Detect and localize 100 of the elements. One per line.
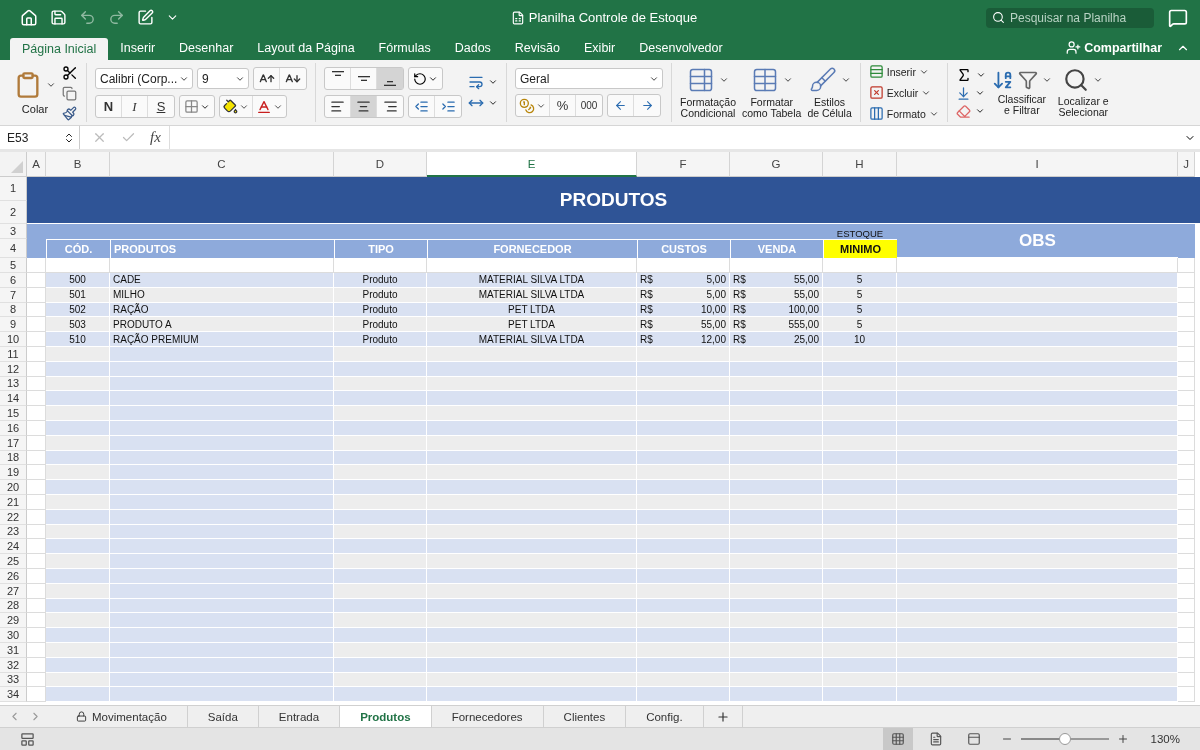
table-cell: RAÇÃO PREMIUM [110, 332, 334, 347]
arrow-left-icon [614, 99, 627, 112]
column-heading: MINIMO [823, 239, 897, 258]
currency-symbol: R$ [640, 289, 653, 301]
currency-symbol: R$ [733, 304, 746, 315]
format-painter-icon[interactable] [62, 105, 77, 121]
thousands-button[interactable]: 000 [576, 95, 602, 116]
currency-symbol: R$ [640, 274, 653, 286]
column-header[interactable]: J [1178, 152, 1195, 177]
amount: 55,00 [793, 289, 819, 301]
editing-button[interactable]: Localizar e Selecionar [1057, 67, 1109, 118]
column-header[interactable]: B [46, 152, 110, 177]
arrow-right-icon [640, 99, 654, 112]
table-cell: 503 [46, 317, 110, 333]
column-header[interactable]: F [637, 152, 730, 177]
table-cell: 500 [46, 273, 110, 288]
row-number: 2 [0, 200, 27, 224]
window-title: Planilha Controle de Estoque [528, 10, 698, 25]
cells-button[interactable]: Formato [868, 104, 939, 123]
table-cell: PET LTDA [427, 317, 637, 333]
row-number: 3 [0, 224, 27, 239]
wrap-text-button[interactable] [468, 74, 498, 90]
ribbon-tab[interactable]: Revisão [502, 35, 572, 60]
align-icon [356, 99, 371, 114]
search-field[interactable]: Pesquisar na Planilha [986, 7, 1154, 28]
row-number: 14 [0, 391, 27, 407]
feedback-icon[interactable] [1168, 7, 1188, 28]
button-label: Localizar e Selecionar [1057, 96, 1109, 118]
row-number: 24 [0, 539, 27, 555]
home-icon[interactable] [20, 8, 38, 27]
page-layout-icon [928, 732, 943, 746]
button-label: Excluir [886, 86, 919, 99]
styles-button[interactable]: Estilos de Célula [807, 66, 852, 119]
redo-icon[interactable] [108, 9, 125, 26]
font-name-dropdown[interactable]: Calibri (Corp... [95, 68, 193, 89]
row-number: 10 [0, 332, 27, 347]
zoom-thumb[interactable] [1058, 733, 1071, 745]
column-heading: VENDA [730, 239, 823, 258]
cells-button[interactable]: Excluir [868, 83, 939, 102]
header-band [1178, 224, 1195, 258]
vertical-align-icon [331, 71, 344, 76]
italic-button[interactable]: I [122, 96, 148, 117]
cells-button[interactable]: Inserir [868, 62, 939, 81]
column-header[interactable]: A [27, 152, 46, 177]
table-cell: 5 [823, 317, 897, 333]
column-header[interactable]: I [897, 152, 1178, 177]
column-header[interactable]: H [823, 152, 897, 177]
font-size-dropdown[interactable]: 9 [197, 68, 249, 89]
ribbon-tab[interactable]: Página Inicial [10, 38, 109, 60]
percent-button[interactable]: % [550, 95, 576, 116]
undo-icon[interactable] [79, 9, 96, 26]
sheet-tab-label: Config. [646, 710, 683, 723]
vertical-align-button[interactable] [377, 68, 403, 89]
wrap-text-icon [468, 74, 484, 90]
view-button[interactable] [882, 728, 913, 750]
ribbon-tab[interactable]: Desenhar [167, 35, 246, 60]
zoom-in-icon[interactable] [1116, 733, 1129, 745]
amount: 55,00 [700, 318, 726, 330]
sheet-title: PRODUTOS [27, 177, 1200, 224]
bold-button[interactable]: N [96, 96, 122, 117]
table-format-icon [868, 106, 884, 121]
ribbon-tab[interactable]: Exibir [572, 35, 628, 60]
editing-button[interactable]: Classificar e Filtrar [991, 69, 1052, 116]
copy-icon[interactable] [62, 85, 77, 101]
save-icon[interactable] [50, 9, 67, 26]
column-header[interactable]: E [427, 152, 637, 177]
styles-button[interactable]: Formatação Condicional [680, 66, 737, 119]
name-box[interactable]: E53 [0, 126, 80, 149]
horizontal-align-button[interactable] [351, 96, 377, 117]
underline-button[interactable]: S [148, 96, 174, 117]
clear-button[interactable] [955, 103, 986, 119]
column-header[interactable]: D [334, 152, 427, 177]
orientation-button[interactable] [408, 67, 443, 90]
ribbon-tab[interactable]: Desenvolvedor [627, 35, 735, 60]
ribbon-tab[interactable]: Layout da Página [245, 35, 367, 60]
brush-icon [808, 66, 837, 94]
cut-icon[interactable] [62, 64, 78, 81]
edit-icon[interactable] [137, 9, 154, 26]
styles-button[interactable]: Formatar como Tabela [742, 66, 802, 119]
cell-reference: E53 [7, 130, 29, 145]
sheet-tab-label: Produtos [360, 710, 411, 723]
paste-button[interactable]: Colar [14, 70, 56, 115]
ribbon-tab[interactable]: Dados [442, 35, 503, 60]
insert-function-button[interactable]: fx [150, 129, 161, 146]
row-number: 6 [0, 273, 27, 288]
ribbon-tab[interactable]: Fórmulas [366, 35, 443, 60]
column-header[interactable]: G [730, 152, 823, 177]
ribbon-tab[interactable]: Inserir [108, 35, 168, 60]
zoom-level: 130% [1150, 733, 1180, 745]
table-cell: 5 [823, 273, 897, 288]
number-format-dropdown[interactable]: Geral [515, 68, 663, 89]
search-icon [992, 11, 1005, 24]
fill-color-button[interactable] [220, 96, 253, 117]
column-header[interactable]: C [110, 152, 334, 177]
caret-icon [974, 88, 985, 98]
borders-button[interactable] [179, 95, 215, 118]
caret-icon [1093, 75, 1104, 85]
sheet-tab[interactable]: Produtos [340, 706, 432, 727]
amount: 5,00 [706, 289, 726, 301]
share-button[interactable]: Compartilhar [1066, 40, 1162, 55]
